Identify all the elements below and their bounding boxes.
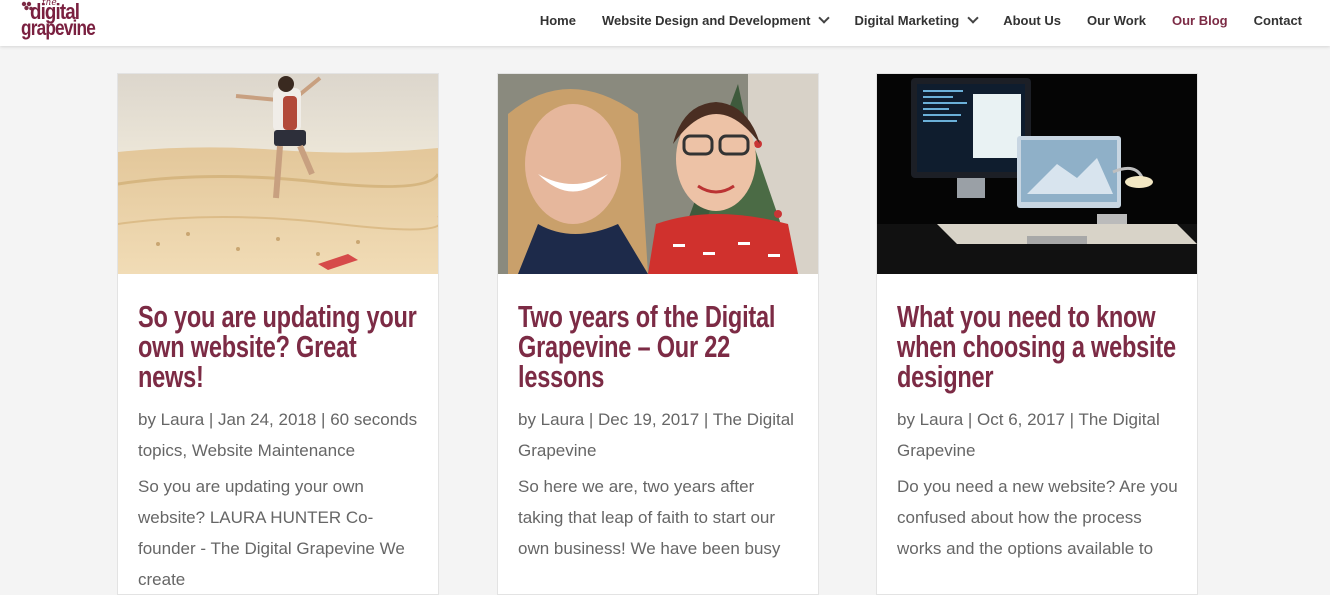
founders-selfie-photo	[498, 74, 818, 274]
post-title[interactable]: Two years of the Digital Grapevine – Our…	[518, 301, 799, 392]
desk-computer-photo	[877, 74, 1197, 274]
blog-card: What you need to know when choosing a we…	[876, 73, 1198, 595]
post-meta: by Laura | Jan 24, 2018 | 60 seconds top…	[138, 410, 418, 460]
post-excerpt: So here we are, two years after taking t…	[518, 477, 781, 558]
logo-line-2: grapevine	[21, 17, 96, 40]
post-thumbnail[interactable]	[498, 74, 818, 274]
site-header: the digital grapevine Home Website Desig…	[0, 0, 1330, 46]
chevron-down-icon	[967, 12, 979, 24]
site-logo[interactable]: the digital grapevine	[20, 0, 100, 44]
nav-our-work[interactable]: Our Work	[1087, 13, 1146, 28]
nav-digital-marketing[interactable]: Digital Marketing	[854, 12, 979, 28]
nav-home[interactable]: Home	[540, 13, 576, 28]
post-thumbnail[interactable]	[118, 74, 438, 274]
nav-web-design[interactable]: Website Design and Development	[601, 12, 831, 28]
blog-card: So you are updating your own website? Gr…	[117, 73, 439, 595]
post-meta: by Laura | Dec 19, 2017 | The Digital Gr…	[518, 410, 794, 460]
post-body: So you are updating your own website? Gr…	[138, 301, 420, 595]
blog-card: Two years of the Digital Grapevine – Our…	[497, 73, 819, 595]
chevron-down-icon	[818, 12, 831, 24]
post-meta: by Laura | Oct 6, 2017 | The Digital Gra…	[897, 410, 1160, 460]
nav-web-design-label: Website Design and Development	[601, 12, 811, 28]
post-body: Two years of the Digital Grapevine – Our…	[518, 301, 800, 564]
post-excerpt: So you are updating your own website? LA…	[138, 477, 405, 589]
post-excerpt: Do you need a new website? Are you confu…	[897, 477, 1178, 558]
post-title[interactable]: So you are updating your own website? Gr…	[138, 301, 419, 392]
nav-digital-marketing-label: Digital Marketing	[854, 12, 960, 28]
nav-our-blog[interactable]: Our Blog	[1172, 13, 1228, 28]
post-title[interactable]: What you need to know when choosing a we…	[897, 301, 1178, 392]
desert-jump-photo	[118, 74, 438, 274]
post-body: What you need to know when choosing a we…	[897, 301, 1179, 564]
post-thumbnail[interactable]	[877, 74, 1197, 274]
main-nav: Home Website Design and Development Digi…	[514, 0, 1302, 40]
nav-about[interactable]: About Us	[1003, 13, 1061, 28]
nav-contact[interactable]: Contact	[1254, 13, 1302, 28]
